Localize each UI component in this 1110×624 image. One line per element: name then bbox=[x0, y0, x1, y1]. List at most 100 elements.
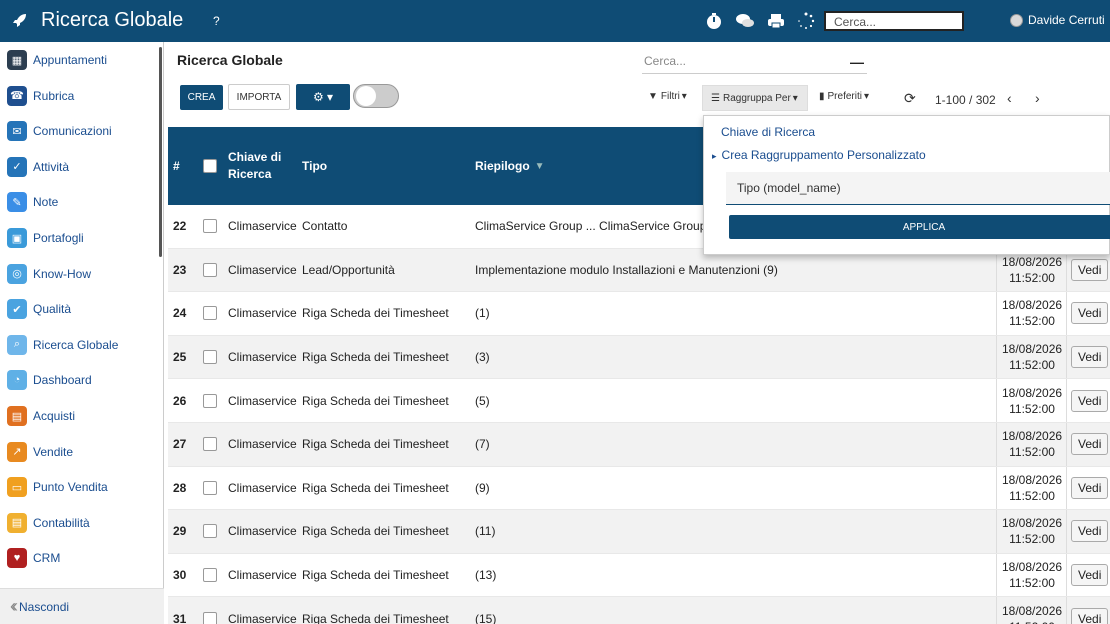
custom-groupby-toggle[interactable]: ▸ Crea Raggruppamento Personalizzato bbox=[712, 148, 926, 162]
view-button[interactable]: Vedi bbox=[1071, 520, 1109, 543]
groupby-field-select[interactable]: Tipo (model_name) bbox=[726, 172, 1110, 205]
row-checkbox[interactable] bbox=[203, 379, 217, 422]
view-button[interactable]: Vedi bbox=[1071, 564, 1109, 587]
row-checkbox[interactable] bbox=[203, 205, 217, 248]
sidebar-item-appuntamenti[interactable]: ▦ Appuntamenti bbox=[0, 45, 160, 75]
row-select-checkbox[interactable] bbox=[203, 611, 217, 624]
sidebar-item-ricerca-globale[interactable]: ⌕ Ricerca Globale bbox=[0, 330, 160, 360]
filters-button[interactable]: ▼ Filtri ▾ bbox=[648, 91, 687, 102]
sidebar-item-contabilit-[interactable]: ▤ Contabilità bbox=[0, 508, 160, 538]
row-checkbox[interactable] bbox=[203, 510, 217, 553]
chat-icon: ✉ bbox=[7, 121, 27, 142]
table-row[interactable]: 31 Climaservice Riga Scheda dei Timesheet (… bbox=[168, 597, 1110, 624]
user-menu[interactable]: Davide Cerruti bbox=[1010, 13, 1105, 27]
header-chiave[interactable]: Chiave di Ricerca bbox=[228, 127, 293, 205]
cell-action: Vedi bbox=[1071, 292, 1109, 335]
sidebar-item-know-how[interactable]: ◎ Know-How bbox=[0, 259, 160, 289]
row-checkbox[interactable] bbox=[203, 336, 217, 379]
row-select-checkbox[interactable] bbox=[203, 480, 217, 495]
row-checkbox[interactable] bbox=[203, 467, 217, 510]
user-name: Davide Cerruti bbox=[1028, 13, 1105, 27]
view-button[interactable]: Vedi bbox=[1071, 258, 1109, 281]
select-all-checkbox[interactable] bbox=[203, 159, 217, 173]
cell-date: 18/08/2026 bbox=[1002, 429, 1063, 444]
row-select-checkbox[interactable] bbox=[203, 262, 217, 277]
header-riepilogo[interactable]: Riepilogo ▼ bbox=[475, 127, 545, 205]
view-button[interactable]: Vedi bbox=[1071, 607, 1109, 624]
table-row[interactable]: 30 Climaservice Riga Scheda dei Timesheet (… bbox=[168, 553, 1110, 598]
pager-previous-button[interactable]: ‹ bbox=[1007, 90, 1012, 106]
timer-icon[interactable] bbox=[705, 12, 723, 30]
view-button[interactable]: Vedi bbox=[1071, 476, 1109, 499]
rocket-icon[interactable] bbox=[12, 12, 28, 28]
row-select-checkbox[interactable] bbox=[203, 568, 217, 583]
cell-riepilogo: (15) bbox=[475, 611, 497, 624]
row-checkbox[interactable] bbox=[203, 597, 217, 624]
global-search-input[interactable]: Cerca... bbox=[824, 11, 964, 31]
row-select-checkbox[interactable] bbox=[203, 306, 217, 321]
header-tipo[interactable]: Tipo bbox=[302, 127, 327, 205]
groupby-button[interactable]: ☰ Raggruppa Per ▾ bbox=[702, 85, 808, 111]
sidebar-item-attivit-[interactable]: ✓ Attività bbox=[0, 152, 160, 182]
double-chevron-left-icon: ‹‹ bbox=[10, 596, 18, 616]
print-icon[interactable] bbox=[767, 12, 785, 30]
sidebar-item-vendite[interactable]: ↗ Vendite bbox=[0, 437, 160, 467]
sidebar-item-label: Vendite bbox=[33, 444, 74, 459]
row-select-checkbox[interactable] bbox=[203, 393, 217, 408]
table-row[interactable]: 24 Climaservice Riga Scheda dei Timesheet (… bbox=[168, 292, 1110, 336]
view-button[interactable]: Vedi bbox=[1071, 433, 1109, 456]
create-button[interactable]: CREA bbox=[180, 85, 223, 110]
view-button[interactable]: Vedi bbox=[1071, 302, 1109, 325]
view-button[interactable]: Vedi bbox=[1071, 346, 1109, 369]
favorites-button[interactable]: ▮ Preferiti ▾ bbox=[819, 91, 869, 102]
header-select-all[interactable] bbox=[203, 127, 217, 205]
actions-button[interactable]: ⚙ ▾ bbox=[296, 84, 350, 110]
sidebar-item-punto-vendita[interactable]: ▭ Punto Vendita bbox=[0, 472, 160, 502]
cell-datetime: 18/08/202611:52:00 bbox=[1002, 379, 1062, 422]
row-number: 28 bbox=[173, 480, 187, 495]
pager-next-button[interactable]: › bbox=[1035, 90, 1040, 106]
sidebar-item-note[interactable]: ✎ Note bbox=[0, 187, 160, 217]
view-toggle[interactable] bbox=[353, 84, 399, 108]
sidebar-item-comunicazioni[interactable]: ✉ Comunicazioni bbox=[0, 116, 160, 146]
search-input[interactable]: Cerca... — bbox=[642, 54, 867, 74]
table-row[interactable]: 28 Climaservice Riga Scheda dei Timesheet (… bbox=[168, 466, 1110, 511]
pager-value[interactable]: 1-100 / 302 bbox=[935, 93, 996, 107]
sidebar-item-crm[interactable]: ♥ CRM bbox=[0, 543, 160, 573]
row-checkbox[interactable] bbox=[203, 249, 217, 292]
collapse-icon[interactable]: — bbox=[850, 54, 864, 70]
header-num[interactable]: # bbox=[173, 127, 180, 205]
help-icon[interactable]: ? bbox=[213, 14, 220, 28]
row-select-checkbox[interactable] bbox=[203, 437, 217, 452]
cell-tipo: Riga Scheda dei Timesheet bbox=[302, 480, 449, 495]
sidebar-item-qualit-[interactable]: ✔ Qualità bbox=[0, 294, 160, 324]
import-button[interactable]: IMPORTA bbox=[228, 84, 290, 110]
table-row[interactable]: 27 Climaservice Riga Scheda dei Timesheet (… bbox=[168, 423, 1110, 467]
column-divider bbox=[1066, 292, 1067, 335]
cell-tipo: Riga Scheda dei Timesheet bbox=[302, 524, 449, 539]
sidebar-item-dashboard[interactable]: ◔ Dashboard bbox=[0, 365, 160, 395]
row-checkbox[interactable] bbox=[203, 554, 217, 597]
sidebar-item-portafogli[interactable]: ▣ Portafogli bbox=[0, 223, 160, 253]
row-select-checkbox[interactable] bbox=[203, 219, 217, 234]
sidebar-item-rubrica[interactable]: ☎ Rubrica bbox=[0, 81, 160, 111]
hide-sidebar-button[interactable]: ‹‹ Nascondi bbox=[0, 588, 164, 624]
view-button[interactable]: Vedi bbox=[1071, 389, 1109, 412]
row-select-checkbox[interactable] bbox=[203, 350, 217, 365]
table-row[interactable]: 29 Climaservice Riga Scheda dei Timesheet (… bbox=[168, 510, 1110, 554]
refresh-icon[interactable]: ⟳ bbox=[904, 90, 916, 107]
row-checkbox[interactable] bbox=[203, 423, 217, 466]
groupby-option-chiave[interactable]: Chiave di Ricerca bbox=[721, 125, 815, 139]
table-row[interactable]: 26 Climaservice Riga Scheda dei Timesheet (… bbox=[168, 379, 1110, 423]
table-row[interactable]: 25 Climaservice Riga Scheda dei Timesheet (… bbox=[168, 335, 1110, 380]
table-row[interactable]: 23 Climaservice Lead/Opportunità Implementa… bbox=[168, 248, 1110, 293]
quality-icon: ✔ bbox=[7, 299, 27, 320]
apply-button[interactable]: APPLICA bbox=[729, 215, 1110, 239]
chat-icon[interactable] bbox=[735, 12, 755, 30]
row-select-checkbox[interactable] bbox=[203, 524, 217, 539]
caret-down-icon: ▾ bbox=[792, 92, 798, 104]
sidebar-item-label: CRM bbox=[33, 551, 61, 566]
sidebar-item-acquisti[interactable]: ▤ Acquisti bbox=[0, 401, 160, 431]
cell-date: 18/08/2026 bbox=[1002, 516, 1063, 531]
row-checkbox[interactable] bbox=[203, 292, 217, 335]
